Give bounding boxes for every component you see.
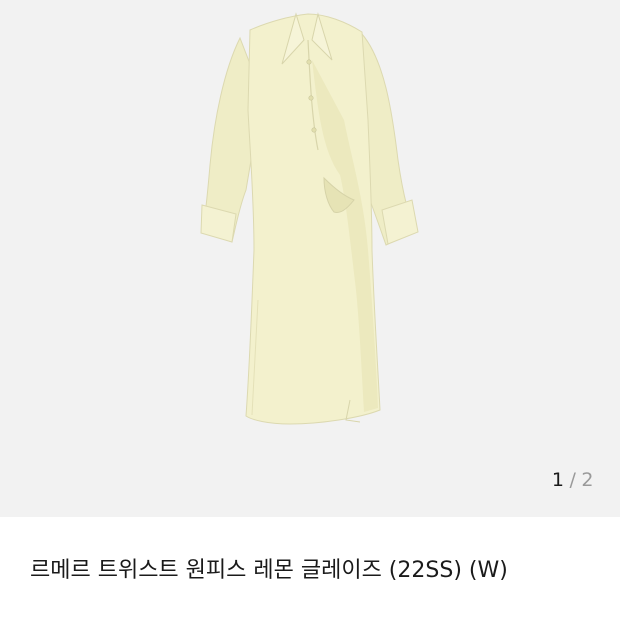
product-detail-page: 1/2 르메르 트위스트 원피스 레몬 글레이즈 (22SS) (W) [0,0,620,620]
product-photo[interactable] [0,0,620,517]
product-image-gallery[interactable]: 1/2 [0,0,620,517]
pager-separator: / [569,469,577,491]
image-pager: 1/2 [552,468,594,492]
product-title: 르메르 트위스트 원피스 레몬 글레이즈 (22SS) (W) [30,558,508,583]
pager-current: 1 [551,469,565,491]
product-info: 르메르 트위스트 원피스 레몬 글레이즈 (22SS) (W) [0,517,620,620]
pager-total: 2 [581,469,594,491]
